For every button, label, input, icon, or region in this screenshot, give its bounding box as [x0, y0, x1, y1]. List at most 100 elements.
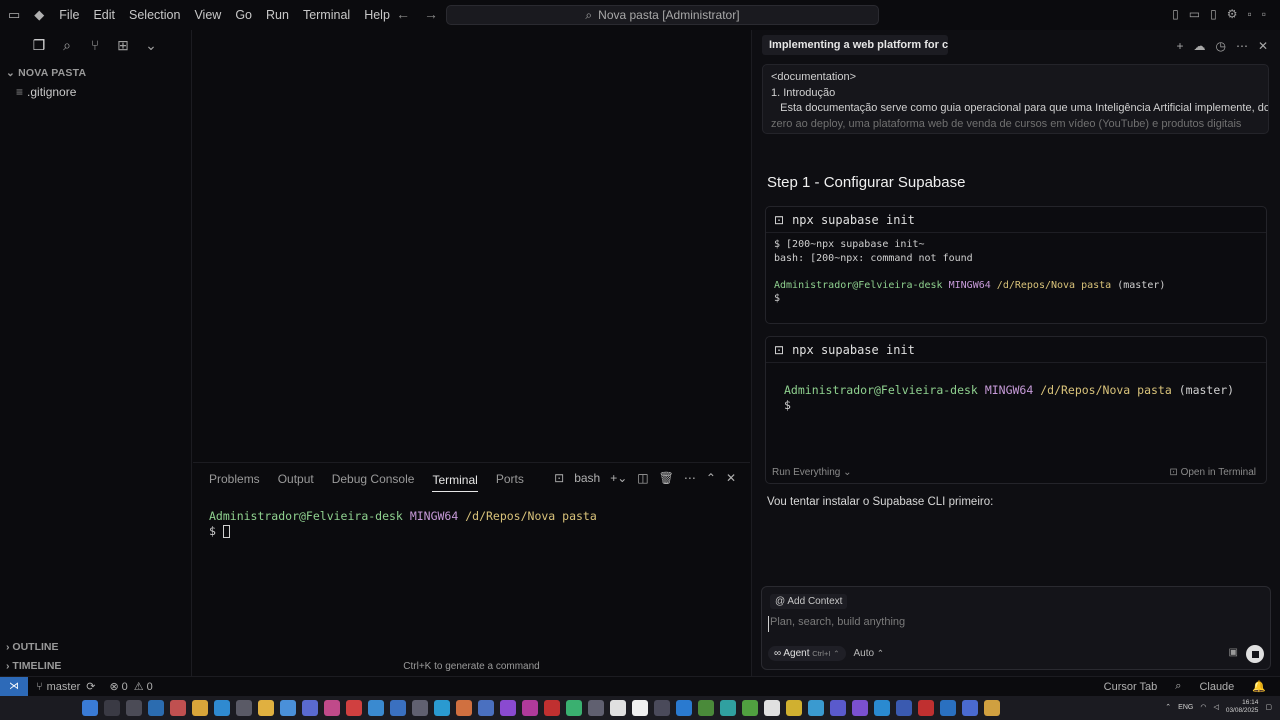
app-icon[interactable]	[544, 700, 560, 716]
explorer-files-icon[interactable]: ❐	[30, 37, 48, 60]
app-icon[interactable]	[874, 700, 890, 716]
app-icon[interactable]	[786, 700, 802, 716]
app-icon[interactable]	[434, 700, 450, 716]
outline-section[interactable]: › OUTLINE	[0, 638, 191, 656]
cloud-icon[interactable]: ☁	[1193, 39, 1205, 53]
edge-icon[interactable]	[214, 700, 230, 716]
file-item[interactable]: ≡ .gitignore	[0, 82, 191, 102]
new-chat-icon[interactable]: +	[1176, 39, 1183, 53]
cursor-tab-status[interactable]: Cursor Tab	[1104, 681, 1158, 693]
search-icon[interactable]	[104, 700, 120, 716]
new-terminal-icon[interactable]: +⌄	[610, 471, 627, 485]
wifi-icon[interactable]: ◠	[1200, 703, 1206, 711]
open-in-terminal-button[interactable]: ⊡ Open in Terminal	[1169, 467, 1256, 478]
app-icon[interactable]	[346, 700, 362, 716]
app-icon[interactable]	[500, 700, 516, 716]
toggle-sidebar-icon[interactable]: ▭	[8, 7, 20, 23]
model-select[interactable]: Auto ⌃	[854, 648, 884, 659]
editor-area[interactable]	[193, 30, 750, 462]
gear-icon[interactable]: ⚙	[1227, 7, 1238, 21]
app-icon[interactable]	[522, 700, 538, 716]
app-icon[interactable]	[720, 700, 736, 716]
app-icon[interactable]	[654, 700, 670, 716]
chrome-icon[interactable]	[984, 700, 1000, 716]
chevron-up-icon[interactable]: ⌃	[1165, 703, 1171, 711]
terminal-output[interactable]: Administrador@Felvieira-desk MINGW64 /d/…	[209, 509, 597, 539]
toggle-panel-icon[interactable]: ▭	[1189, 7, 1200, 21]
chevron-down-icon[interactable]: ⌄	[142, 37, 160, 60]
image-icon[interactable]: ▣	[1229, 647, 1238, 658]
app-icon[interactable]	[830, 700, 846, 716]
tab-terminal[interactable]: Terminal	[432, 473, 478, 492]
app-icon[interactable]	[764, 700, 780, 716]
app-icon[interactable]	[588, 700, 604, 716]
app-icon[interactable]	[236, 700, 252, 716]
app-icon[interactable]	[368, 700, 384, 716]
start-icon[interactable]	[82, 700, 98, 716]
user-message[interactable]: <documentation> 1. Introdução Esta docum…	[762, 64, 1269, 134]
vscode-icon[interactable]	[676, 700, 692, 716]
app-icon[interactable]	[390, 700, 406, 716]
shell-name[interactable]: bash	[574, 471, 600, 485]
more-icon[interactable]: ⋯	[684, 471, 696, 485]
app-icon[interactable]	[940, 700, 956, 716]
folder-icon[interactable]	[258, 700, 274, 716]
menu-view[interactable]: View	[187, 8, 228, 22]
app-icon[interactable]	[698, 700, 714, 716]
tab-ports[interactable]: Ports	[496, 472, 524, 486]
app-icon[interactable]	[852, 700, 868, 716]
app-icon[interactable]	[918, 700, 934, 716]
chrome-icon[interactable]	[192, 700, 208, 716]
more-icon[interactable]: ⋯	[1236, 39, 1248, 53]
menu-edit[interactable]: Edit	[86, 8, 122, 22]
notifications-icon[interactable]: ▢	[1265, 703, 1272, 711]
warning-count[interactable]: 0	[147, 681, 153, 693]
app-icon[interactable]	[962, 700, 978, 716]
app-icon[interactable]	[808, 700, 824, 716]
menu-file[interactable]: File	[52, 8, 86, 22]
app-icon[interactable]	[566, 700, 582, 716]
forward-arrow-icon[interactable]: →	[424, 6, 438, 22]
back-arrow-icon[interactable]: ←	[396, 6, 410, 22]
app-icon[interactable]	[478, 700, 494, 716]
trash-icon[interactable]: 🗑	[659, 471, 674, 485]
extensions-icon[interactable]: ⊞	[114, 37, 132, 60]
folder-header[interactable]: ⌄ NOVA PASTA	[0, 64, 191, 82]
add-context-button[interactable]: @ Add Context	[770, 594, 848, 609]
zoom-icon[interactable]: ⌕	[1175, 680, 1181, 693]
app-icon[interactable]	[302, 700, 318, 716]
stop-button[interactable]	[1246, 645, 1264, 663]
close-icon[interactable]: ✕	[726, 471, 736, 485]
app-icon[interactable]	[324, 700, 340, 716]
source-control-icon[interactable]: ⑂	[86, 37, 104, 60]
maximize-panel-icon[interactable]: ⌃	[706, 471, 716, 485]
remote-icon[interactable]: ⋊	[0, 676, 28, 697]
menu-selection[interactable]: Selection	[122, 8, 187, 22]
chat-tab-title[interactable]: Implementing a web platform for cou	[762, 35, 948, 55]
cursor-app-icon[interactable]	[610, 700, 626, 716]
maximize-icon[interactable]: ▫	[1262, 7, 1266, 21]
language-indicator[interactable]: ENG	[1178, 704, 1193, 711]
menu-help[interactable]: Help	[357, 8, 397, 22]
menu-run[interactable]: Run	[259, 8, 296, 22]
notifications-icon[interactable]: 🔔	[1252, 680, 1266, 693]
app-icon[interactable]	[126, 700, 142, 716]
app-icon[interactable]	[742, 700, 758, 716]
app-icon[interactable]	[148, 700, 164, 716]
chat-input[interactable]: Plan, search, build anything	[768, 616, 1258, 632]
menu-go[interactable]: Go	[228, 8, 259, 22]
branch-name[interactable]: master	[47, 681, 81, 693]
tab-output[interactable]: Output	[278, 472, 314, 486]
toggle-secondary-sidebar-icon[interactable]: ▯	[1210, 7, 1217, 21]
app-icon[interactable]	[280, 700, 296, 716]
app-icon[interactable]	[896, 700, 912, 716]
error-count[interactable]: 0	[122, 681, 128, 693]
split-terminal-icon[interactable]: ◫	[637, 471, 648, 485]
tab-debug-console[interactable]: Debug Console	[332, 472, 415, 486]
app-icon[interactable]	[412, 700, 428, 716]
clock[interactable]: 16:14 03/08/2025	[1226, 699, 1259, 715]
sync-icon[interactable]: ⟳	[86, 680, 95, 693]
app-icon[interactable]	[456, 700, 472, 716]
model-status[interactable]: Claude	[1199, 681, 1234, 693]
tab-problems[interactable]: Problems	[209, 472, 260, 486]
